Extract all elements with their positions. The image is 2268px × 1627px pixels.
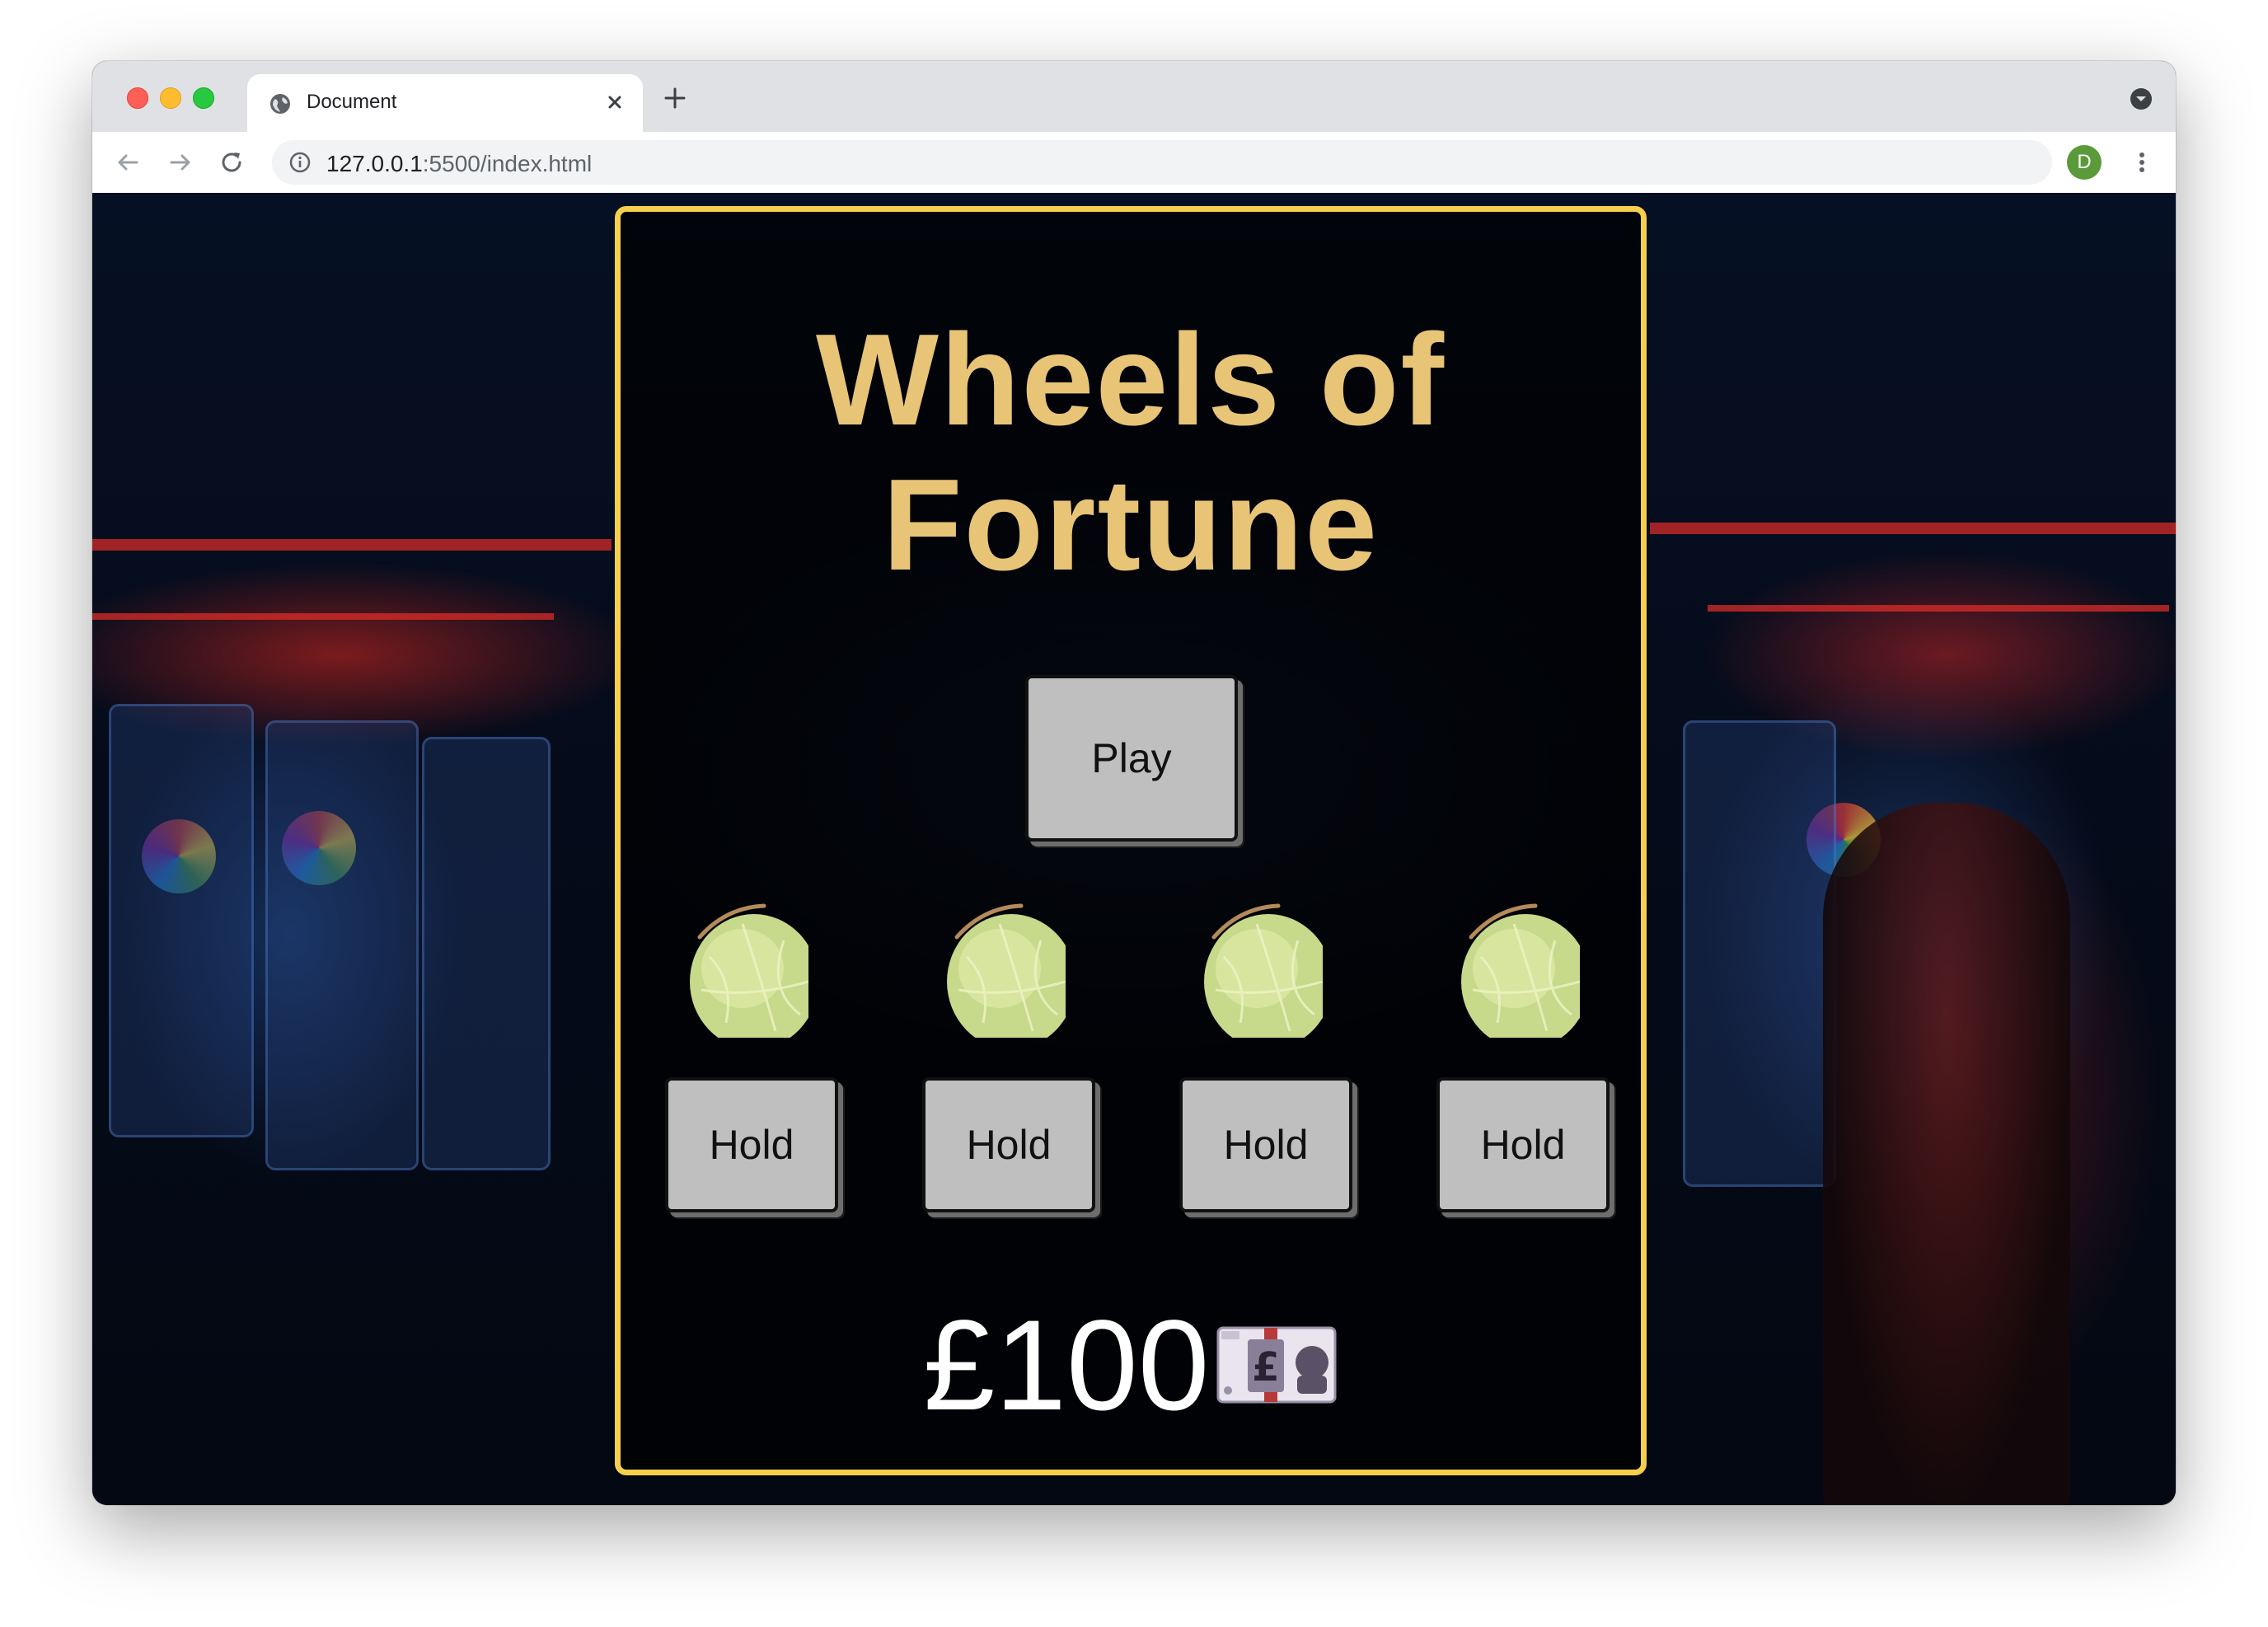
balance-amount: £100 — [923, 1294, 1210, 1437]
tab-document[interactable]: Document — [247, 74, 643, 132]
slot-machine-decoration — [265, 720, 419, 1170]
svg-text:£: £ — [1252, 1344, 1279, 1390]
balance-display: £100 £ — [621, 1300, 1641, 1432]
new-tab-icon[interactable] — [661, 84, 689, 112]
title-line-2: Fortune — [882, 452, 1380, 598]
maximize-window-button[interactable] — [193, 87, 214, 109]
hold-button-3[interactable]: Hold — [1179, 1077, 1352, 1212]
browser-toolbar: 127.0.0.1:5500/index.html D — [92, 132, 2176, 194]
slot-machine-decoration — [422, 737, 551, 1170]
neon-strip — [92, 539, 612, 551]
browser-window: Document 127.0.0.1:5500/index.html D Whe… — [92, 61, 2176, 1505]
globe-icon — [270, 94, 290, 114]
melon-icon — [690, 903, 808, 1038]
address-bar[interactable]: 127.0.0.1:5500/index.html — [272, 140, 2052, 185]
back-arrow-icon[interactable] — [114, 148, 142, 176]
neon-strip — [92, 613, 554, 620]
neon-strip — [1650, 523, 2176, 534]
melon-icon — [1461, 903, 1580, 1038]
game-title: Wheels of Fortune — [621, 307, 1641, 598]
minimize-window-button[interactable] — [160, 87, 181, 109]
info-icon[interactable] — [288, 151, 312, 174]
play-button[interactable]: Play — [1025, 675, 1238, 842]
forward-arrow-icon[interactable] — [166, 148, 194, 176]
hold-button-4[interactable]: Hold — [1436, 1077, 1610, 1212]
melon-icon — [1204, 903, 1323, 1038]
profile-avatar[interactable]: D — [2067, 145, 2102, 180]
more-menu-icon[interactable] — [2128, 148, 2156, 176]
reload-icon[interactable] — [218, 148, 246, 176]
slot-machine-decoration — [109, 704, 254, 1137]
page-viewport: Wheels of Fortune Play Hold Hold Hold Ho… — [92, 193, 2176, 1505]
tab-title: Document — [307, 91, 397, 113]
pound-banknote-icon: £ — [1216, 1326, 1337, 1404]
hold-button-2[interactable]: Hold — [922, 1077, 1095, 1212]
person-silhouette — [1823, 803, 2070, 1505]
tab-search-icon[interactable] — [2130, 87, 2153, 110]
url-host: 127.0.0.1 — [326, 151, 423, 176]
hold-button-1[interactable]: Hold — [665, 1077, 838, 1212]
slot-machine-decoration — [1683, 720, 1836, 1187]
melon-icon — [947, 903, 1066, 1038]
close-window-button[interactable] — [127, 87, 148, 109]
game-panel: Wheels of Fortune Play Hold Hold Hold Ho… — [615, 206, 1647, 1475]
tab-bar: Document — [92, 61, 2176, 132]
neon-strip — [1708, 605, 2169, 612]
close-tab-icon[interactable] — [602, 89, 628, 115]
url-path: :5500/index.html — [422, 151, 593, 176]
url-text: 127.0.0.1:5500/index.html — [326, 151, 592, 177]
title-line-1: Wheels of — [815, 307, 1446, 452]
